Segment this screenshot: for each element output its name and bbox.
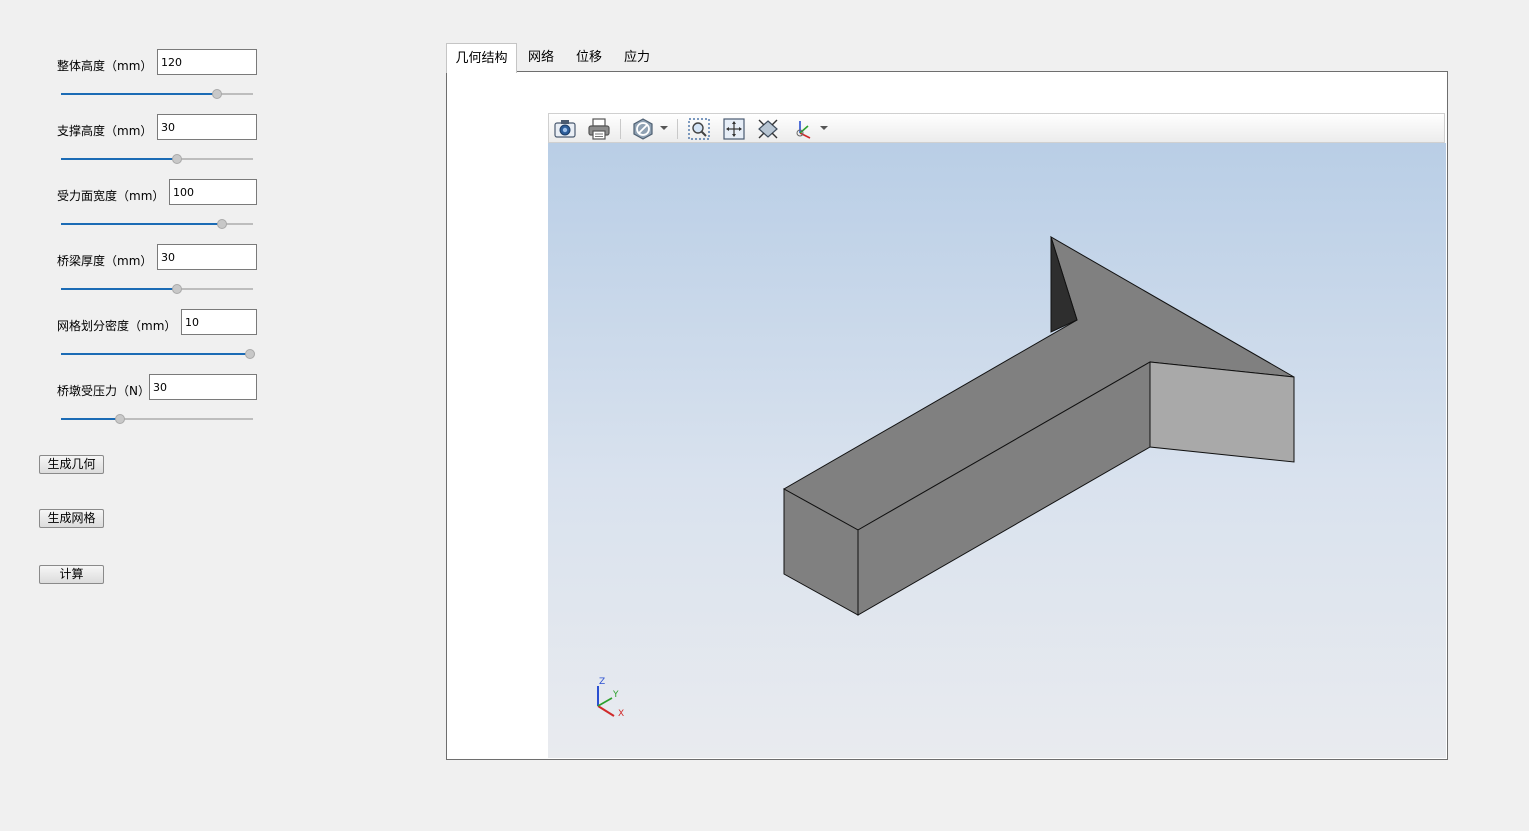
tab-geometry[interactable]: 几何结构	[446, 43, 517, 73]
generate-geometry-button[interactable]: 生成几何	[39, 455, 104, 474]
compute-button[interactable]: 计算	[39, 565, 104, 584]
support-height-input[interactable]	[157, 114, 257, 140]
3d-viewport[interactable]: Z Y X	[548, 143, 1446, 758]
axis-z-label: Z	[599, 677, 606, 687]
tab-stress[interactable]: 应力	[616, 43, 658, 72]
tab-network[interactable]: 网络	[520, 43, 562, 72]
toolbar-separator	[620, 119, 621, 139]
beam-thickness-slider[interactable]	[61, 283, 253, 295]
pier-pressure-slider[interactable]	[61, 413, 253, 425]
slider-thumb[interactable]	[211, 89, 222, 99]
load-width-slider[interactable]	[61, 218, 253, 230]
load-width-input[interactable]	[169, 179, 257, 205]
tab-displacement[interactable]: 位移	[568, 43, 610, 72]
viewer-toolbar	[548, 113, 1445, 143]
slider-thumb[interactable]	[114, 414, 125, 424]
overall-height-slider[interactable]	[61, 88, 253, 100]
slider-thumb[interactable]	[245, 349, 255, 359]
toolbar-separator	[677, 119, 678, 139]
param-label-pier-pressure: 桥墩受压力（N）	[57, 384, 150, 398]
generate-mesh-button[interactable]: 生成网格	[39, 509, 104, 528]
bridge-model	[782, 235, 1295, 616]
pier-pressure-input[interactable]	[149, 374, 257, 400]
slider-thumb[interactable]	[172, 154, 183, 164]
mesh-density-slider[interactable]	[61, 348, 255, 360]
print-icon[interactable]	[587, 117, 611, 141]
param-label-support-height: 支撑高度（mm）	[57, 124, 153, 138]
mesh-density-input[interactable]	[181, 309, 257, 335]
beam-thickness-input[interactable]	[157, 244, 257, 270]
chevron-down-icon[interactable]	[660, 126, 668, 130]
param-label-load-width: 受力面宽度（mm）	[57, 189, 165, 203]
axis-triad: Z Y X	[588, 676, 638, 726]
display-mode-icon[interactable]	[631, 117, 655, 141]
camera-icon[interactable]	[553, 117, 577, 141]
axis-y-label: Y	[613, 690, 619, 700]
slider-thumb[interactable]	[172, 284, 183, 294]
axis-view-icon[interactable]	[791, 117, 815, 141]
overall-height-input[interactable]	[157, 49, 257, 75]
model-head-face	[1149, 361, 1295, 463]
chevron-down-icon[interactable]	[820, 126, 828, 130]
zoom-box-icon[interactable]	[687, 117, 711, 141]
param-label-mesh-density: 网格划分密度（mm）	[57, 319, 177, 333]
axis-x-label: X	[618, 709, 625, 719]
fit-all-icon[interactable]	[722, 117, 746, 141]
param-label-overall-height: 整体高度（mm）	[57, 59, 153, 73]
view-orientation-icon[interactable]	[756, 117, 780, 141]
param-label-beam-thickness: 桥梁厚度（mm）	[57, 254, 153, 268]
slider-thumb[interactable]	[217, 219, 228, 229]
support-height-slider[interactable]	[61, 153, 253, 165]
